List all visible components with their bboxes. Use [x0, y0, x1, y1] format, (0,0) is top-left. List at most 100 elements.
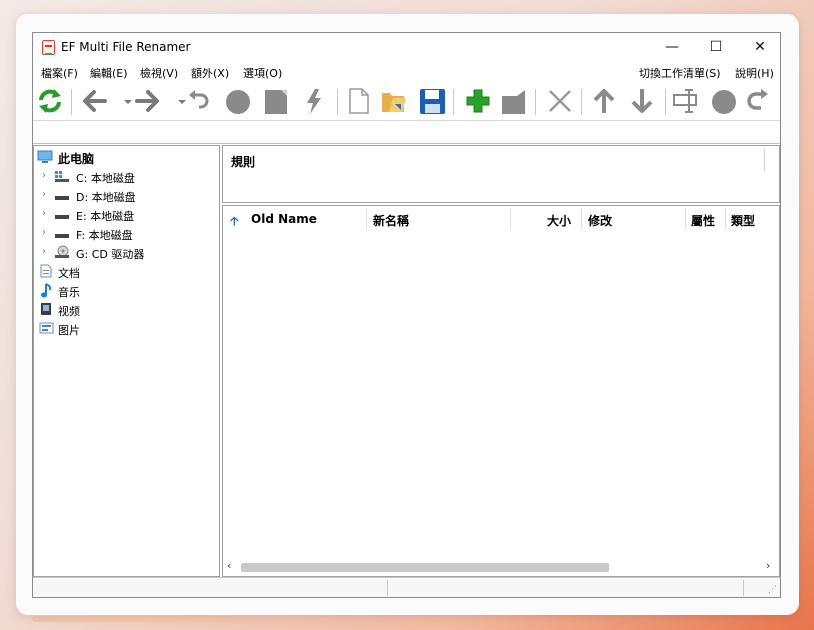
column-old-name[interactable]: Old Name [251, 212, 317, 226]
taskbar-preview [32, 616, 254, 622]
column-new-name[interactable]: 新名稱 [373, 212, 409, 229]
rules-panel[interactable]: 規則 [222, 145, 780, 203]
status-bar: ⋰ [33, 577, 780, 597]
resize-grip-icon[interactable]: ⋰ [768, 585, 777, 595]
circle-icon[interactable] [223, 86, 253, 116]
menu-edit[interactable]: 編輯(E) [90, 65, 128, 81]
tree-item-drive[interactable]: › C: 本地磁盘 [34, 167, 219, 186]
menu-view[interactable]: 檢視(V) [140, 65, 178, 81]
chevron-right-icon[interactable]: › [42, 208, 46, 219]
lightning-icon[interactable] [299, 86, 329, 116]
status-divider [387, 580, 388, 596]
column-attributes[interactable]: 屬性 [691, 212, 715, 229]
picture-icon [39, 321, 54, 335]
scroll-left-icon[interactable]: ‹ [227, 559, 231, 572]
chevron-right-icon[interactable]: › [42, 246, 46, 257]
tree-label: E: 本地磁盘 [76, 210, 135, 223]
tree-label: 文档 [58, 267, 80, 280]
tree-label: 视频 [58, 305, 80, 318]
forward-icon[interactable] [133, 86, 163, 116]
status-divider [743, 580, 744, 596]
tree-label: 音乐 [58, 286, 80, 299]
file-list[interactable]: 🡡 Old Name 新名稱 大小 修改 屬性 類型 ‹ › [222, 205, 780, 577]
scrollbar-thumb[interactable] [241, 563, 609, 572]
tree-label: 此电脑 [58, 152, 95, 166]
move-down-icon[interactable] [627, 86, 657, 116]
back-icon[interactable] [79, 86, 109, 116]
delete-icon[interactable] [545, 86, 575, 116]
toolbar-separator [337, 89, 338, 115]
tree-label: G: CD 驱动器 [76, 248, 145, 261]
cd-drive-icon [54, 245, 69, 259]
scroll-right-icon[interactable]: › [766, 559, 770, 572]
back-dropdown-icon[interactable] [113, 86, 132, 116]
tree-label: C: 本地磁盘 [76, 172, 135, 185]
menu-file[interactable]: 檔案(F) [41, 65, 78, 81]
undo-icon[interactable] [183, 86, 213, 116]
menu-bar: 檔案(F) 編輯(E) 檢視(V) 額外(X) 選項(O) 切換工作清單(S) … [33, 61, 780, 81]
column-size[interactable]: 大小 [547, 212, 571, 229]
rules-title: 規則 [231, 155, 256, 169]
folder-tree: 此电脑 › C: 本地磁盘 › D: 本地磁盘 › E: 本地磁盘 › F: 本… [33, 145, 220, 577]
column-modified[interactable]: 修改 [588, 212, 612, 229]
menu-extra[interactable]: 額外(X) [191, 65, 229, 81]
tree-label: 图片 [58, 324, 80, 337]
sort-ascending-icon[interactable]: 🡡 [230, 212, 239, 233]
refresh-icon[interactable] [35, 86, 65, 116]
tree-item-drive[interactable]: › E: 本地磁盘 [34, 205, 219, 224]
horizontal-scrollbar[interactable]: ‹ › [223, 558, 779, 576]
toolbar-separator [71, 89, 72, 115]
menu-help[interactable]: 說明(H) [735, 65, 774, 81]
toolbar-separator [535, 89, 536, 115]
toolbar-separator [581, 89, 582, 115]
new-file-icon[interactable] [343, 86, 373, 116]
toolbar [33, 81, 780, 121]
column-separator[interactable] [725, 208, 726, 230]
windows-drive-icon [54, 169, 69, 183]
tree-item-drive[interactable]: › F: 本地磁盘 [34, 224, 219, 243]
move-up-icon[interactable] [589, 86, 619, 116]
column-separator[interactable] [510, 208, 511, 230]
rename-tool-icon[interactable] [671, 86, 701, 116]
add-rule-icon[interactable] [463, 86, 493, 116]
circle-icon[interactable] [709, 86, 739, 116]
tree-label: F: 本地磁盘 [76, 229, 133, 242]
tree-label: D: 本地磁盘 [76, 191, 136, 204]
menu-options[interactable]: 選項(O) [243, 65, 282, 81]
drive-icon [54, 188, 69, 202]
drive-icon [54, 207, 69, 221]
drive-icon [54, 226, 69, 240]
path-bar[interactable] [33, 122, 780, 144]
minimize-button[interactable]: — [657, 37, 687, 57]
open-folder-icon[interactable] [379, 86, 409, 116]
forward-dropdown-icon[interactable] [167, 86, 186, 116]
chevron-right-icon[interactable]: › [42, 227, 46, 238]
tree-item-this-pc[interactable]: 此电脑 [34, 148, 219, 167]
chevron-right-icon[interactable]: › [42, 170, 46, 181]
rules-divider [764, 149, 765, 171]
computer-icon [37, 150, 53, 164]
column-separator[interactable] [366, 208, 367, 230]
save-icon[interactable] [417, 86, 447, 116]
column-type[interactable]: 類型 [731, 212, 755, 229]
video-icon [39, 302, 54, 316]
tag-icon[interactable] [499, 86, 529, 116]
column-separator[interactable] [685, 208, 686, 230]
app-icon [42, 40, 55, 55]
tree-item-drive[interactable]: › D: 本地磁盘 [34, 186, 219, 205]
menu-switch-list[interactable]: 切換工作清單(S) [639, 65, 721, 81]
chevron-right-icon[interactable]: › [42, 189, 46, 200]
tree-item-library[interactable]: 文档 [34, 262, 219, 281]
close-button[interactable]: ✕ [745, 37, 775, 57]
square-icon[interactable] [261, 86, 291, 116]
maximize-button[interactable]: ☐ [701, 37, 731, 57]
tree-item-library[interactable]: 音乐 [34, 281, 219, 300]
tree-item-drive[interactable]: › G: CD 驱动器 [34, 243, 219, 262]
tree-item-library[interactable]: 图片 [34, 319, 219, 338]
app-window: EF Multi File Renamer — ☐ ✕ 檔案(F) 編輯(E) … [32, 32, 781, 598]
document-icon [39, 264, 54, 278]
redo-icon[interactable] [745, 86, 775, 116]
column-separator[interactable] [581, 208, 582, 230]
tree-item-library[interactable]: 视频 [34, 300, 219, 319]
title-bar: EF Multi File Renamer — ☐ ✕ [33, 33, 780, 61]
